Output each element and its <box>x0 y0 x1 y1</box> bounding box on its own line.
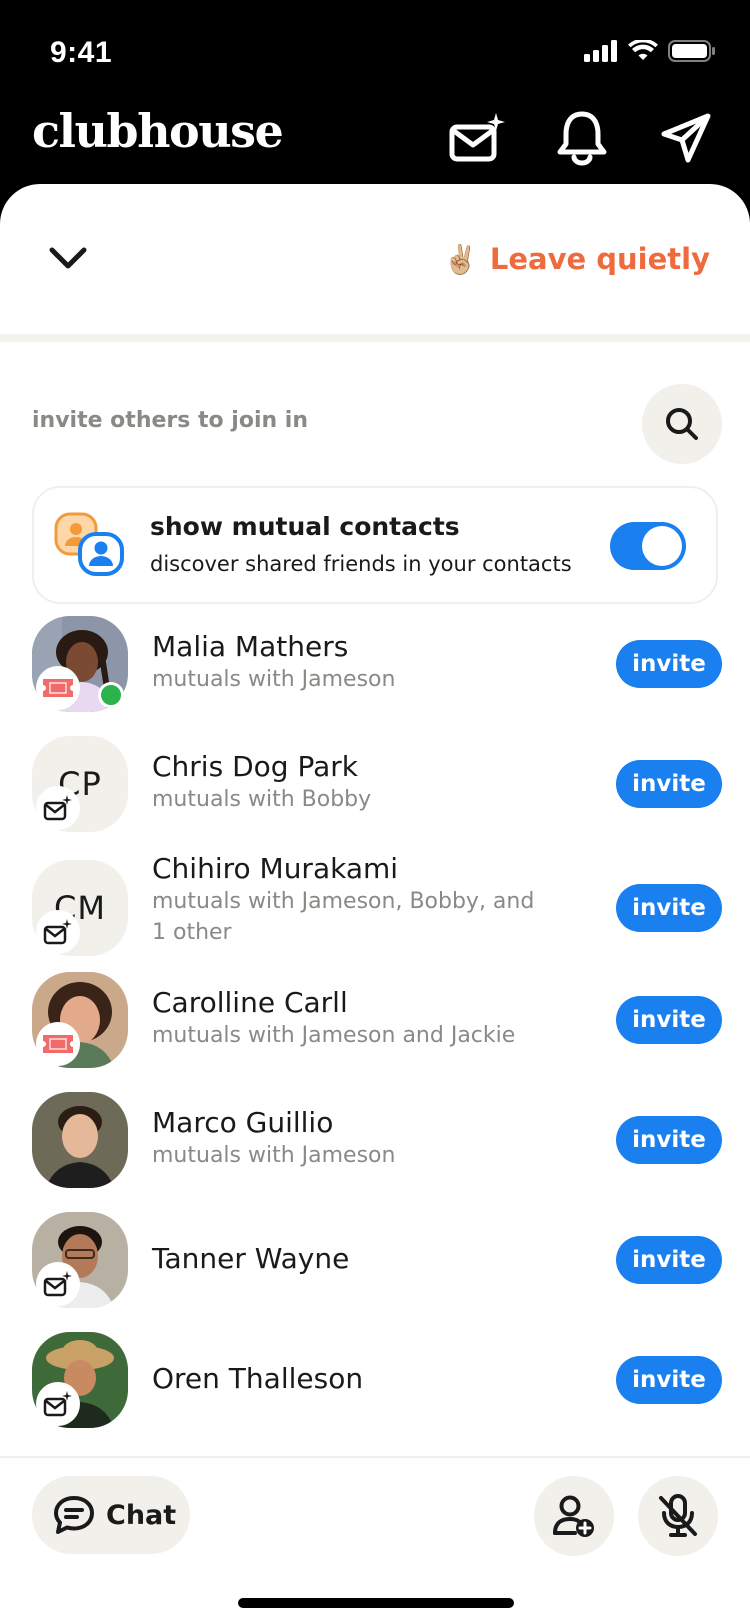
invite-button[interactable]: invite <box>616 760 722 808</box>
contact-row[interactable]: CM Chihiro Murakami mutuals with Jameson… <box>32 852 722 982</box>
search-button[interactable] <box>642 384 722 464</box>
mutual-subtitle: discover shared friends in your contacts <box>150 552 572 576</box>
mutual-contacts-toggle[interactable] <box>610 522 686 570</box>
leave-quietly-button[interactable]: ✌🏼 Leave quietly <box>443 234 710 284</box>
online-indicator <box>98 682 124 708</box>
invite-button[interactable]: invite <box>616 884 722 932</box>
mutual-contacts-card: show mutual contacts discover shared fri… <box>32 486 718 604</box>
contact-row[interactable]: Tanner Wayne invite <box>32 1212 722 1312</box>
collapse-button[interactable] <box>44 234 92 282</box>
contact-name: Tanner Wayne <box>152 1242 350 1275</box>
messages-button[interactable] <box>654 106 718 170</box>
avatar-photo <box>32 1092 128 1188</box>
chat-label: Chat <box>106 1499 177 1531</box>
add-user-icon <box>553 1495 594 1537</box>
contact-name: Chris Dog Park <box>152 750 358 783</box>
mail-plus-icon <box>43 1391 72 1417</box>
bell-icon <box>557 111 607 166</box>
contact-mutuals: mutuals with Jameson, Bobby, and 1 other <box>152 889 535 945</box>
contact-name: Oren Thalleson <box>152 1362 364 1395</box>
ticket-icon <box>43 679 73 697</box>
contact-name: Malia Mathers <box>152 630 349 663</box>
contact-row[interactable]: Carolline Carll mutuals with Jameson and… <box>32 972 722 1072</box>
home-indicator <box>238 1598 514 1608</box>
mail-plus-icon <box>43 795 72 821</box>
badge <box>36 1022 80 1066</box>
badge <box>36 910 80 954</box>
contact-row[interactable]: Marco Guillio mutuals with Jameson invit… <box>32 1092 722 1192</box>
invite-button[interactable]: invite <box>616 996 722 1044</box>
contact-row[interactable]: CP Chris Dog Park mutuals with Bobby inv… <box>32 736 722 836</box>
contact-mutuals: mutuals with Jameson <box>152 1143 396 1168</box>
toggle-knob <box>642 526 682 566</box>
invite-button[interactable]: invite <box>616 1356 722 1404</box>
signal-icon <box>584 40 617 62</box>
mic-off-icon <box>659 1494 697 1537</box>
contacts-icon <box>54 512 124 576</box>
mutual-title: show mutual contacts <box>150 512 460 541</box>
peace-hand-icon: ✌🏼 <box>443 242 478 276</box>
contact-name: Marco Guillio <box>152 1106 334 1139</box>
invite-button[interactable]: invite <box>616 640 722 688</box>
leave-label: Leave quietly <box>489 242 710 276</box>
badge <box>36 666 80 710</box>
chevron-down-icon <box>49 247 87 269</box>
mail-plus-icon <box>43 1271 72 1297</box>
mail-plus-icon <box>449 113 505 162</box>
mute-button[interactable] <box>638 1476 718 1556</box>
mail-plus-icon <box>43 919 72 945</box>
chat-bubble-icon <box>54 1496 94 1534</box>
contact-mutuals: mutuals with Jameson and Jackie <box>152 1023 516 1048</box>
clubhouse-logo: clubhouse <box>32 104 284 158</box>
app-header: clubhouse <box>0 96 750 186</box>
ticket-icon <box>43 1035 73 1053</box>
contact-name: Carolline Carll <box>152 986 348 1019</box>
badge <box>36 1262 80 1306</box>
add-user-button[interactable] <box>534 1476 614 1556</box>
send-icon <box>661 113 711 163</box>
invite-row: invite others to join in <box>32 384 722 464</box>
sheet-top-bar: ✌🏼 Leave quietly <box>0 184 750 334</box>
search-icon <box>666 408 698 440</box>
bottom-bar: Chat <box>0 1456 750 1624</box>
notifications-button[interactable] <box>550 106 614 170</box>
battery-icon <box>668 40 715 62</box>
invite-button[interactable]: invite <box>616 1116 722 1164</box>
status-icons <box>584 40 716 62</box>
wifi-icon <box>628 40 658 60</box>
chat-button[interactable]: Chat <box>32 1476 190 1554</box>
badge <box>36 1382 80 1426</box>
contact-row[interactable]: Malia Mathers mutuals with Jameson invit… <box>32 616 722 716</box>
status-bar: 9:41 <box>0 0 750 100</box>
contact-name: Chihiro Murakami <box>152 852 399 885</box>
badge <box>36 786 80 830</box>
contact-mutuals: mutuals with Jameson <box>152 667 396 692</box>
invite-label: invite others to join in <box>32 408 309 433</box>
contact-mutuals: mutuals with Bobby <box>152 787 372 812</box>
section-divider <box>0 334 750 342</box>
invite-button[interactable]: invite <box>616 1236 722 1284</box>
room-sheet: ✌🏼 Leave quietly invite others to join i… <box>0 184 750 1624</box>
invite-mail-button[interactable] <box>446 106 510 170</box>
contact-row[interactable]: Oren Thalleson invite <box>32 1332 722 1432</box>
status-time: 9:41 <box>50 36 113 69</box>
avatar <box>32 1092 128 1188</box>
